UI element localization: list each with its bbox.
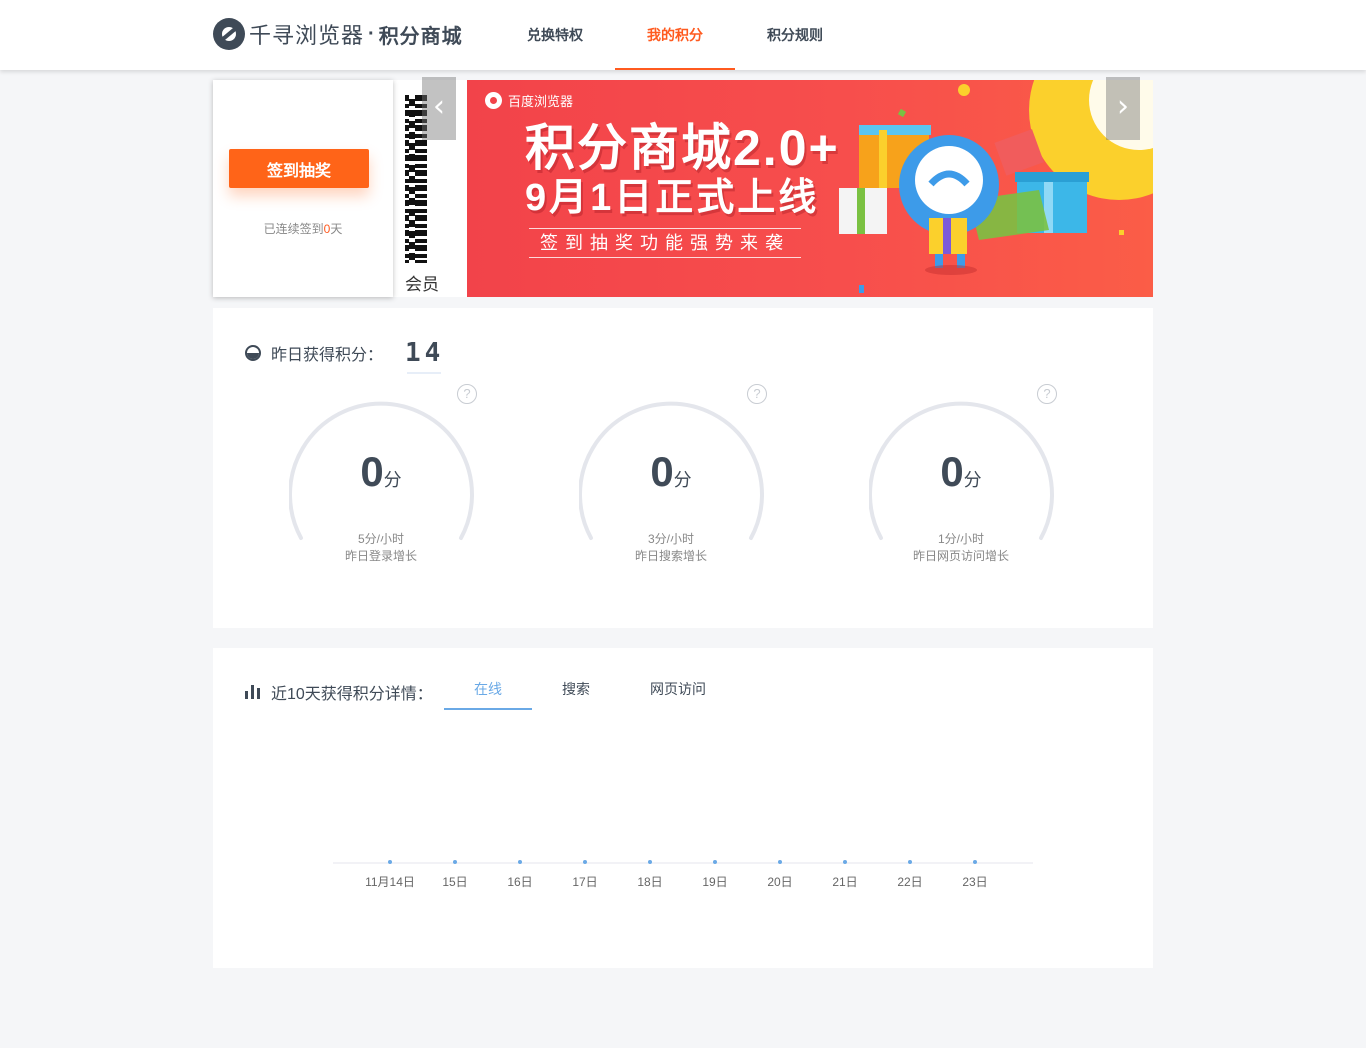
gauge-description: 昨日搜索增长 [634, 549, 707, 563]
baidu-browser-icon [485, 92, 502, 109]
streak-suffix: 天 [330, 222, 343, 236]
yesterday-points-value: 14 [405, 338, 445, 374]
chart-x-tick-label: 15日 [442, 875, 467, 889]
signin-card: 签到抽奖 已连续签到0天 [213, 80, 393, 297]
details-tabs: 在线 搜索 网页访问 [444, 668, 736, 710]
logo-name: 千寻浏览器 [249, 23, 365, 48]
gauge-score: 0分 [579, 448, 763, 496]
chart-point[interactable] [843, 860, 847, 864]
chart-x-tick-label: 22日 [897, 875, 922, 889]
banner-date-line: 9月1日正式上线 [525, 177, 820, 219]
banner-carousel[interactable]: 会员 百度浏览器 积分商城2.0+ 9月1日正式上线 签到抽奖功能强势来袭 [393, 80, 1153, 297]
yesterday-points-panel: 昨日获得积分： 14 ? 0分 5分/小时 昨日登录增长 ? 0分 3分/小时 … [213, 308, 1153, 628]
browser-logo-icon [213, 18, 245, 50]
nav-points-rules[interactable]: 积分规则 [735, 0, 855, 70]
half-circle-icon [245, 345, 261, 361]
gauge-rate: 3分/小时 [647, 532, 694, 546]
site-logo[interactable]: 千寻浏览器 · 积分商城 [213, 17, 463, 51]
chart-point[interactable] [713, 860, 717, 864]
logo-subtitle: 积分商城 [378, 25, 463, 48]
gauge-value: 0 [940, 448, 964, 495]
tab-online[interactable]: 在线 [444, 668, 532, 710]
chart-point[interactable] [973, 860, 977, 864]
bar-chart-icon [245, 685, 261, 699]
chart-point[interactable] [778, 860, 782, 864]
chart-x-tick-label: 21日 [832, 875, 857, 889]
signin-lottery-button[interactable]: 签到抽奖 [229, 149, 369, 188]
ten-day-details-panel: 11月14日 15日 16日 17日 18日 19日 20日 21日 22日 23日 近10天获得… [213, 648, 1153, 968]
chart-point[interactable] [453, 860, 457, 864]
chart-point[interactable] [518, 860, 522, 864]
chevron-left-icon: ‹ [433, 89, 445, 124]
help-icon[interactable]: ? [747, 384, 767, 404]
login-growth-gauge: ? 0分 5分/小时 昨日登录增长 [289, 384, 489, 570]
chart-x-tick-label: 16日 [507, 875, 532, 889]
gauge-score: 0分 [289, 448, 473, 496]
streak-prefix: 已连续签到 [263, 222, 324, 236]
gauge-rate: 1分/小时 [937, 532, 984, 546]
chart-x-tick-label: 11月14日 [365, 875, 415, 889]
chart-x-tick-label: 18日 [637, 875, 662, 889]
gauge-value: 0 [360, 448, 384, 495]
chevron-right-icon: › [1117, 89, 1129, 124]
logo-separator: · [368, 22, 375, 45]
chart-x-tick-label: 23日 [962, 875, 987, 889]
chart-point[interactable] [908, 860, 912, 864]
gauge-description: 昨日网页访问增长 [912, 549, 1009, 563]
chart-x-tick-label: 17日 [572, 875, 597, 889]
signin-streak-text: 已连续签到0天 [213, 220, 393, 237]
gauge-value: 0 [650, 448, 674, 495]
chart-x-tick-label: 19日 [702, 875, 727, 889]
gauge-unit: 分 [673, 470, 692, 490]
main-nav: 兑换特权 我的积分 积分规则 [495, 0, 855, 70]
nav-exchange-privileges[interactable]: 兑换特权 [495, 0, 615, 70]
banner-title: 积分商城2.0+ [525, 120, 840, 176]
top-header: 千寻浏览器 · 积分商城 兑换特权 我的积分 积分规则 [0, 0, 1366, 70]
gauge-description: 昨日登录增长 [344, 549, 417, 563]
tab-search[interactable]: 搜索 [532, 668, 620, 710]
help-icon[interactable]: ? [1037, 384, 1057, 404]
search-growth-gauge: ? 0分 3分/小时 昨日搜索增长 [579, 384, 779, 570]
ten-day-details-label: 近10天获得积分详情： [271, 686, 433, 703]
ten-day-details-header: 近10天获得积分详情： [245, 680, 433, 704]
previous-slide-text: 会员 [405, 275, 439, 294]
carousel-prev-button[interactable]: ‹ [422, 77, 456, 140]
banner-brand-name: 百度浏览器 [508, 94, 574, 109]
chart-point[interactable] [388, 860, 392, 864]
nav-my-points[interactable]: 我的积分 [615, 0, 735, 70]
gauge-rate: 5分/小时 [357, 532, 404, 546]
gauge-unit: 分 [963, 470, 982, 490]
chart-point[interactable] [648, 860, 652, 864]
help-icon[interactable]: ? [457, 384, 477, 404]
chart-point[interactable] [583, 860, 587, 864]
webpage-visit-growth-gauge: ? 0分 1分/小时 昨日网页访问增长 [869, 384, 1069, 570]
banner-slide[interactable]: 百度浏览器 积分商城2.0+ 9月1日正式上线 签到抽奖功能强势来袭 [467, 80, 1153, 297]
carousel-next-button[interactable]: › [1106, 77, 1140, 140]
gauge-score: 0分 [869, 448, 1053, 496]
chart-x-tick-label: 20日 [767, 875, 792, 889]
gauge-unit: 分 [383, 470, 402, 490]
yesterday-points-label: 昨日获得积分： [271, 347, 384, 364]
banner-brand: 百度浏览器 [485, 91, 573, 110]
banner-tagline: 签到抽奖功能强势来袭 [529, 228, 801, 258]
yesterday-points-header: 昨日获得积分： 14 [245, 338, 445, 374]
tab-webpage-visit[interactable]: 网页访问 [620, 668, 736, 710]
